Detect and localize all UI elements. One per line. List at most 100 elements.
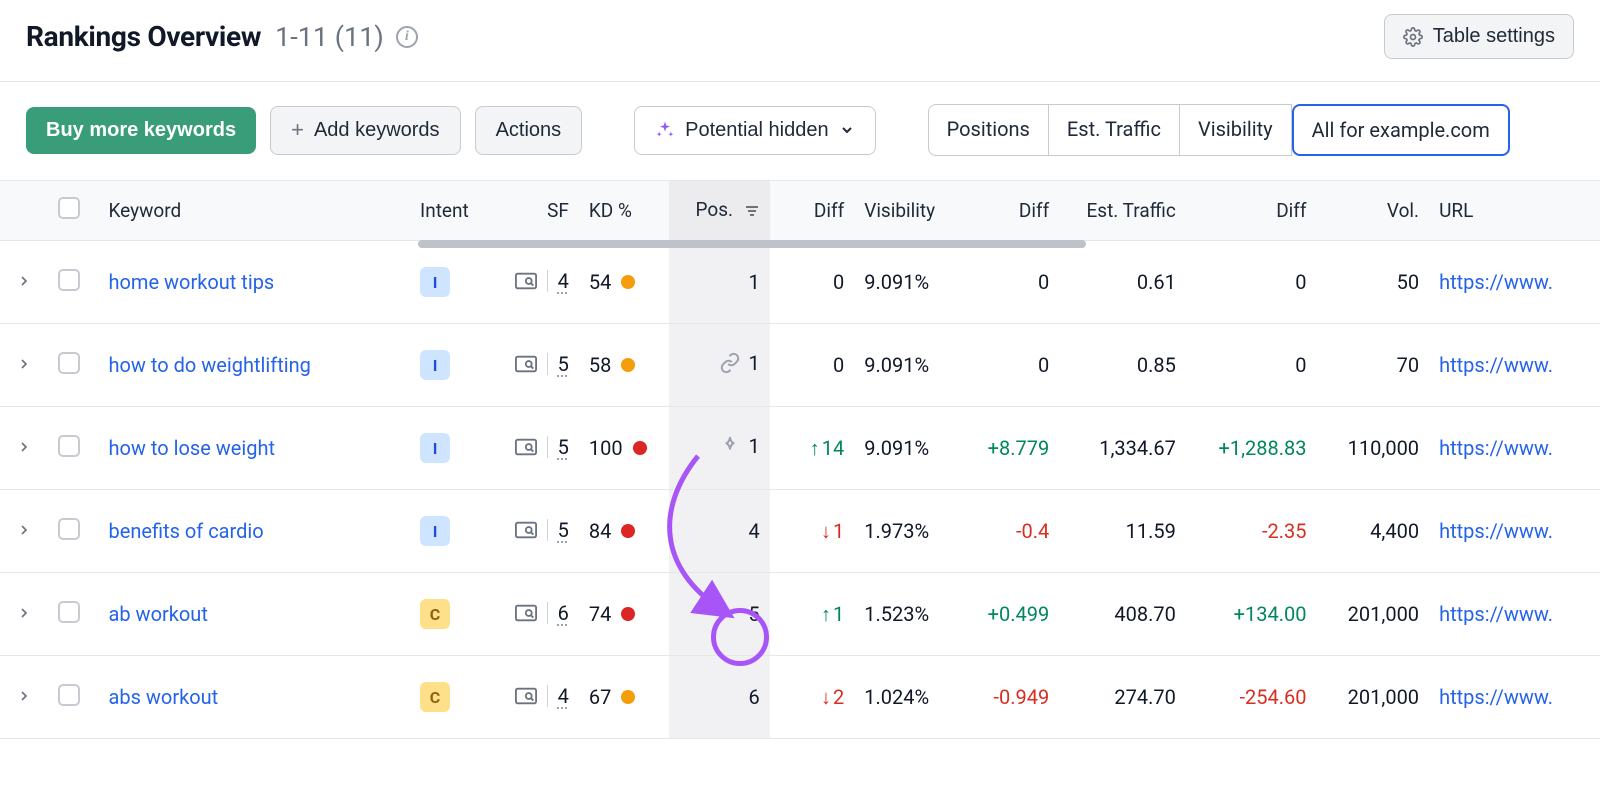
intent-badge[interactable]: C [420, 599, 450, 629]
keyword-cell[interactable]: how to lose weight [98, 407, 410, 490]
kd-cell: 54 [579, 241, 669, 324]
visibility-cell: 1.523% [854, 573, 965, 656]
serp-icon [515, 604, 537, 622]
kd-cell: 74 [579, 573, 669, 656]
col-keyword[interactable]: Keyword [98, 181, 410, 241]
url-cell[interactable]: https://www. [1429, 241, 1600, 324]
kd-value: 74 [589, 602, 611, 626]
potential-hidden-dropdown[interactable]: Potential hidden [634, 106, 875, 155]
url-link[interactable]: https://www. [1439, 436, 1553, 460]
keyword-cell[interactable]: abs workout [98, 656, 410, 739]
horizontal-scrollbar[interactable] [418, 240, 1086, 248]
expand-cell[interactable] [0, 407, 48, 490]
intent-badge[interactable]: I [420, 433, 450, 463]
traffic-cell: 0.85 [1059, 324, 1186, 407]
col-traffic[interactable]: Est. Traffic [1059, 181, 1186, 241]
row-checkbox[interactable] [58, 269, 80, 291]
sparkle-icon [655, 120, 675, 140]
col-sf[interactable]: SF [490, 181, 578, 241]
tab-all-for-domain[interactable]: All for example.com [1292, 104, 1510, 156]
select-cell[interactable] [48, 241, 98, 324]
select-all-checkbox[interactable] [58, 197, 80, 219]
row-checkbox[interactable] [58, 601, 80, 623]
row-checkbox[interactable] [58, 684, 80, 706]
sf-cell[interactable]: 4 [490, 656, 578, 739]
info-icon[interactable]: i [396, 26, 418, 48]
diff-cell: 14 [770, 407, 854, 490]
expand-cell[interactable] [0, 573, 48, 656]
col-pos[interactable]: Pos. [669, 181, 770, 241]
keyword-link[interactable]: home workout tips [108, 270, 274, 294]
col-intent[interactable]: Intent [410, 181, 490, 241]
keyword-cell[interactable]: how to do weightlifting [98, 324, 410, 407]
serp-icon [515, 438, 537, 456]
sf-cell[interactable]: 5 [490, 407, 578, 490]
url-link[interactable]: https://www. [1439, 353, 1553, 377]
intent-badge[interactable]: I [420, 350, 450, 380]
tab-est-traffic[interactable]: Est. Traffic [1049, 104, 1180, 156]
serp-icon [515, 272, 537, 290]
keyword-link[interactable]: how to lose weight [108, 436, 275, 460]
url-cell[interactable]: https://www. [1429, 656, 1600, 739]
url-link[interactable]: https://www. [1439, 685, 1553, 709]
keyword-link[interactable]: benefits of cardio [108, 519, 263, 543]
sf-cell[interactable]: 4 [490, 241, 578, 324]
url-link[interactable]: https://www. [1439, 270, 1553, 294]
buy-keywords-button[interactable]: Buy more keywords [26, 107, 256, 154]
pos-value: 4 [749, 519, 760, 543]
intent-badge[interactable]: I [420, 267, 450, 297]
select-cell[interactable] [48, 490, 98, 573]
expand-cell[interactable] [0, 490, 48, 573]
select-cell[interactable] [48, 324, 98, 407]
select-cell[interactable] [48, 573, 98, 656]
page-header: Rankings Overview 1-11 (11) i Table sett… [0, 0, 1600, 82]
row-checkbox[interactable] [58, 518, 80, 540]
add-keywords-button[interactable]: + Add keywords [270, 106, 460, 155]
expand-cell[interactable] [0, 656, 48, 739]
keyword-cell[interactable]: ab workout [98, 573, 410, 656]
intent-badge[interactable]: C [420, 682, 450, 712]
table-settings-button[interactable]: Table settings [1384, 14, 1574, 59]
url-cell[interactable]: https://www. [1429, 490, 1600, 573]
url-cell[interactable]: https://www. [1429, 407, 1600, 490]
url-cell[interactable]: https://www. [1429, 324, 1600, 407]
page-title: Rankings Overview [26, 20, 261, 53]
col-kd[interactable]: KD % [579, 181, 669, 241]
url-link[interactable]: https://www. [1439, 602, 1553, 626]
row-checkbox[interactable] [58, 435, 80, 457]
diff-cell: 0 [770, 241, 854, 324]
sf-cell[interactable]: 5 [490, 490, 578, 573]
col-select-all[interactable] [48, 181, 98, 241]
col-traffic-diff[interactable]: Diff [1186, 181, 1317, 241]
expand-cell[interactable] [0, 241, 48, 324]
kd-dot-icon [621, 607, 635, 621]
intent-badge[interactable]: I [420, 516, 450, 546]
url-link[interactable]: https://www. [1439, 519, 1553, 543]
volume-cell: 201,000 [1317, 573, 1430, 656]
keyword-link[interactable]: abs workout [108, 685, 218, 709]
keyword-link[interactable]: how to do weightlifting [108, 353, 310, 377]
sf-cell[interactable]: 6 [490, 573, 578, 656]
kd-dot-icon [621, 524, 635, 538]
keyword-cell[interactable]: benefits of cardio [98, 490, 410, 573]
kd-cell: 58 [579, 324, 669, 407]
tab-positions[interactable]: Positions [928, 104, 1049, 156]
sf-cell[interactable]: 5 [490, 324, 578, 407]
col-url[interactable]: URL [1429, 181, 1600, 241]
visibility-cell: 9.091% [854, 241, 965, 324]
keyword-cell[interactable]: home workout tips [98, 241, 410, 324]
tab-visibility[interactable]: Visibility [1180, 104, 1292, 156]
col-diff[interactable]: Diff [770, 181, 854, 241]
keyword-link[interactable]: ab workout [108, 602, 207, 626]
actions-button[interactable]: Actions [475, 106, 583, 155]
expand-cell[interactable] [0, 324, 48, 407]
select-cell[interactable] [48, 407, 98, 490]
pos-value: 1 [749, 434, 760, 458]
visibility-diff-cell: +8.779 [965, 407, 1059, 490]
select-cell[interactable] [48, 656, 98, 739]
url-cell[interactable]: https://www. [1429, 573, 1600, 656]
col-vol[interactable]: Vol. [1317, 181, 1430, 241]
col-vis-diff[interactable]: Diff [965, 181, 1059, 241]
col-visibility[interactable]: Visibility [854, 181, 965, 241]
row-checkbox[interactable] [58, 352, 80, 374]
